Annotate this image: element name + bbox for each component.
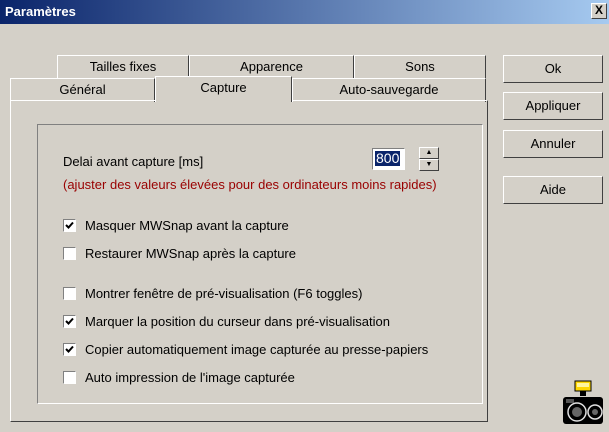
title-bar: Paramètres X — [0, 0, 609, 24]
tab-label: Général — [59, 82, 106, 97]
cancel-button[interactable]: Annuler — [503, 130, 603, 158]
checkmark-icon — [65, 345, 74, 353]
checkbox[interactable] — [63, 343, 76, 356]
delay-label: Delai avant capture [ms] — [63, 154, 204, 169]
apply-button[interactable]: Appliquer — [503, 92, 603, 120]
tab-label: Sons — [405, 59, 435, 74]
delay-input[interactable]: 800 — [372, 148, 405, 170]
ok-button[interactable]: Ok — [503, 55, 603, 83]
help-button[interactable]: Aide — [503, 176, 603, 204]
tab-label: Tailles fixes — [89, 59, 157, 74]
option-label: Auto impression de l'image capturée — [85, 370, 295, 385]
checkbox[interactable] — [63, 287, 76, 300]
option-label: Masquer MWSnap avant la capture — [85, 218, 289, 233]
tab-auto-sauvegarde[interactable]: Auto-sauvegarde — [292, 78, 486, 102]
tab-label: Apparence — [240, 59, 303, 74]
spin-down-button[interactable]: ▼ — [419, 159, 439, 171]
checkmark-icon — [65, 221, 74, 229]
close-button[interactable]: X — [591, 3, 607, 19]
tab-label: Capture — [200, 80, 247, 95]
delay-hint: (ajuster des valeurs élevées pour des or… — [63, 177, 437, 192]
flash-icon — [574, 380, 592, 396]
checkbox[interactable] — [63, 219, 76, 232]
checkbox[interactable] — [63, 315, 76, 328]
camera-icon — [561, 380, 605, 429]
tab-label: Auto-sauvegarde — [339, 82, 439, 97]
option-label: Marquer la position du curseur dans pré-… — [85, 314, 390, 329]
arrow-up-icon: ▲ — [425, 149, 433, 156]
tab-sons[interactable]: Sons — [354, 55, 486, 79]
option-label: Copier automatiquement image capturée au… — [85, 342, 429, 357]
delay-value: 800 — [375, 150, 401, 166]
tab-general[interactable]: Général — [10, 78, 155, 102]
arrow-down-icon: ▼ — [425, 161, 433, 168]
window-title: Paramètres — [5, 4, 76, 19]
checkmark-icon — [65, 317, 74, 325]
spin-up-button[interactable]: ▲ — [419, 147, 439, 159]
checkbox[interactable] — [63, 371, 76, 384]
checkbox[interactable] — [63, 247, 76, 260]
tab-capture[interactable]: Capture — [155, 76, 292, 102]
option-label: Montrer fenêtre de pré-visualisation (F6… — [85, 286, 363, 301]
option-label: Restaurer MWSnap après la capture — [85, 246, 296, 261]
